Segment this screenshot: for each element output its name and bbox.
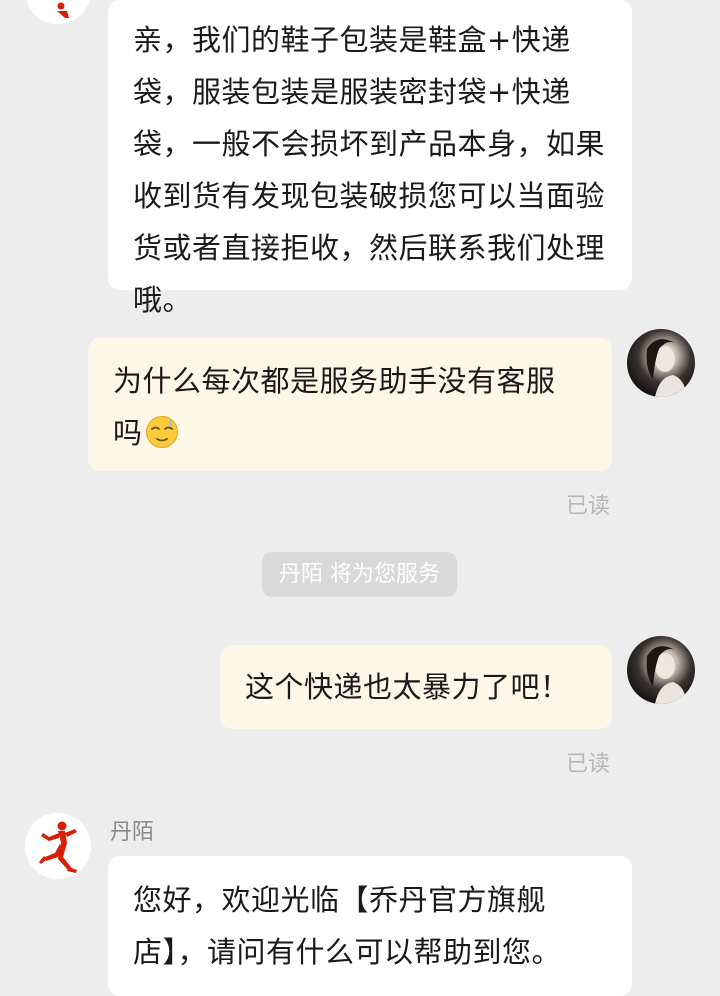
agent-message-bubble: 您好，欢迎光临【乔丹官方旗舰店】，请问有什么可以帮助到您。 [108,856,632,996]
shop-avatar-top[interactable] [25,0,91,24]
message-text: 这个快递也太暴力了吧！ [245,670,570,704]
read-receipt: 已读 [565,494,610,519]
user-portrait-avatar-icon [646,339,687,397]
message-text: 亲，我们的鞋子包装是鞋盒+快递袋，服装包装是服装密封袋+快递袋，一般不会损坏到产… [133,23,606,317]
user-message-bubble: 为什么每次都是服务助手没有客服吗 [88,338,612,471]
user-avatar[interactable] [627,636,695,704]
jumpman-logo-icon [39,821,77,873]
message-text: 您好，欢迎光临【乔丹官方旗舰店】，请问有什么可以帮助到您。 [133,883,562,969]
message-text: 为什么每次都是服务助手没有客服吗 [113,364,556,450]
user-avatar[interactable] [627,329,695,397]
read-receipt: 已读 [565,752,610,777]
agent-name: 丹陌 [110,820,155,845]
agent-avatar[interactable] [25,813,91,879]
relieved-face-emoji-icon [145,416,178,448]
jumpman-logo-icon [57,2,69,18]
system-notice: 丹陌 将为您服务 [262,552,457,597]
shop-message-bubble: 亲，我们的鞋子包装是鞋盒+快递袋，服装包装是服装密封袋+快递袋，一般不会损坏到产… [108,0,632,317]
user-portrait-avatar-icon [646,646,687,704]
user-message-bubble: 这个快递也太暴力了吧！ [220,645,612,729]
